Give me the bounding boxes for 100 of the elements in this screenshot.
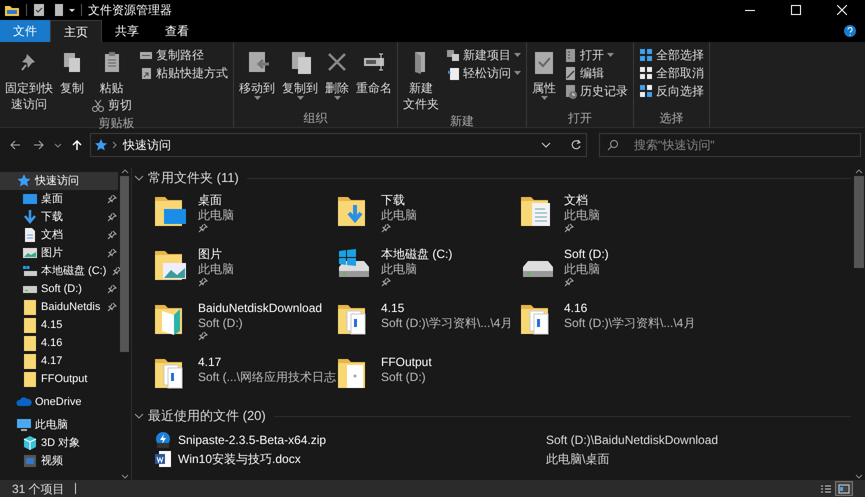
help-button[interactable] — [841, 22, 859, 40]
folder-icon — [4, 3, 20, 17]
section-header[interactable]: 常用文件夹 (11) — [134, 168, 851, 188]
folder-name: 下载 — [381, 193, 406, 208]
item-count: 31 个项目 — [12, 480, 65, 497]
file-name: Snipaste-2.3.5-Beta-x64.zip — [177, 432, 328, 448]
folder-tile[interactable]: Soft (D:) 此电脑 — [518, 245, 701, 298]
ribbon-button[interactable]: 粘贴 — [89, 46, 134, 96]
grid-icon — [639, 84, 653, 98]
nav-item[interactable]: 本地磁盘 (C:) — [0, 262, 118, 280]
computer-icon — [16, 417, 32, 433]
ribbon-button[interactable]: 全部选择 — [637, 46, 706, 64]
folder-tile[interactable]: 文档 此电脑 — [518, 191, 701, 244]
ribbon-button[interactable]: 历史记录 — [561, 82, 630, 100]
nav-item[interactable]: 图片 — [0, 244, 118, 262]
page-icon — [446, 66, 460, 80]
nav-item[interactable]: BaiduNetdis — [0, 298, 118, 316]
edit-icon — [563, 66, 577, 80]
nav-item[interactable]: Soft (D:) — [0, 280, 118, 298]
folder-name: 图片 — [198, 247, 223, 262]
file-location: 此电脑\桌面 — [546, 450, 610, 468]
desktop-icon — [22, 191, 38, 207]
tiles-view-button[interactable] — [835, 481, 853, 496]
nav-item[interactable]: OneDrive — [0, 393, 118, 411]
nav-item[interactable]: 下载 — [0, 208, 118, 226]
folder-tile[interactable]: 4.15 Soft (D:)\学习资料\...\4月 — [335, 299, 518, 352]
folder-tile[interactable]: 图片 此电脑 — [152, 245, 335, 298]
list-icon — [820, 484, 832, 494]
nav-item[interactable]: FFOutput — [0, 370, 118, 388]
folder-location: 此电脑 — [564, 208, 600, 223]
scroll-up-icon — [120, 168, 128, 174]
folder-tile[interactable]: 4.17 Soft (...\网络应用技术日志 — [152, 353, 335, 406]
folder-location: Soft (D:) — [381, 370, 427, 385]
folder-icon — [24, 336, 36, 350]
dropdown-icon — [540, 140, 552, 150]
scroll-down-icon — [854, 474, 862, 480]
folder-tile[interactable]: FFOutput Soft (D:) — [335, 353, 518, 406]
file-row[interactable]: Snipaste-2.3.5-Beta-x64.zip Soft (D:)\BaiduNetdiskDownload — [154, 430, 851, 449]
ribbon-button[interactable]: 粘贴快捷方式 — [137, 64, 230, 82]
ribbon-button[interactable]: 删除 — [323, 46, 351, 100]
ribbon-button[interactable]: 复制 — [58, 46, 86, 96]
ribbon-button[interactable]: 打开 — [561, 46, 630, 64]
document-icon — [22, 227, 38, 243]
nav-item[interactable]: 4.16 — [0, 334, 118, 352]
folder-name: FFOutput — [381, 355, 432, 370]
ribbon-button[interactable]: 属性 — [530, 46, 558, 100]
page-icon — [53, 3, 65, 17]
folder-location: 此电脑 — [198, 208, 234, 223]
folder-icon — [24, 300, 36, 314]
nav-item[interactable]: 快速访问 — [0, 172, 118, 190]
folder-tile[interactable]: 桌面 此电脑 — [152, 191, 335, 244]
nav-item[interactable]: 桌面 — [0, 190, 118, 208]
folder-icon — [24, 372, 36, 386]
folder-tile[interactable]: 本地磁盘 (C:) 此电脑 — [335, 245, 518, 298]
ribbon-button[interactable]: 新建 文件夹 — [401, 46, 441, 112]
ribbon-button[interactable]: 反向选择 — [637, 82, 706, 100]
nav-item[interactable]: 4.17 — [0, 352, 118, 370]
folder-location: 此电脑 — [198, 262, 234, 277]
folder-name: 桌面 — [198, 193, 223, 208]
ribbon-tab[interactable]: 文件 — [0, 20, 50, 42]
section-header[interactable]: 最近使用的文件 (20) — [134, 406, 851, 426]
folder-tile[interactable]: BaiduNetdiskDownload Soft (D:) — [152, 299, 335, 352]
ribbon-button[interactable]: 全部取消 — [637, 64, 706, 82]
ribbon-button[interactable]: 固定到快 速访问 — [3, 46, 55, 112]
file-row[interactable]: Win10安装与技巧.docx 此电脑\桌面 — [154, 449, 851, 468]
word-document-icon — [154, 450, 172, 468]
address-bar[interactable]: 快速访问 — [90, 133, 587, 157]
search-icon — [607, 139, 619, 151]
folder-icon — [24, 318, 36, 332]
zip-file-icon — [154, 430, 172, 448]
star-icon — [16, 173, 32, 189]
folder-tile[interactable]: 4.16 Soft (D:)\学习资料\...\4月 — [518, 299, 701, 352]
ribbon-button[interactable]: 移动到 — [237, 46, 277, 100]
nav-item[interactable]: 4.15 — [0, 316, 118, 334]
ribbon-button[interactable]: 新建项目 — [444, 46, 523, 64]
folder-name: 4.16 — [564, 301, 588, 316]
star-icon — [95, 139, 107, 151]
ribbon-button[interactable]: 轻松访问 — [444, 64, 523, 82]
folder-tile[interactable]: 下载 此电脑 — [335, 191, 518, 244]
folder-location: Soft (D:)\学习资料\...\4月 — [381, 316, 512, 331]
ribbon-tab[interactable]: 主页 — [50, 20, 102, 42]
ribbon-button[interactable]: 编辑 — [561, 64, 630, 82]
page-icon — [563, 48, 577, 62]
nav-item[interactable]: 视频 — [0, 452, 118, 470]
nav-item[interactable]: 文档 — [0, 226, 118, 244]
ribbon-button[interactable]: 复制路径 — [137, 46, 230, 64]
download-icon — [22, 209, 38, 225]
ribbon-button[interactable]: 复制到 — [280, 46, 320, 100]
nav-item[interactable]: 3D 对象 — [0, 434, 118, 452]
nav-item[interactable]: 此电脑 — [0, 416, 118, 434]
ribbon-button[interactable]: 重命名 — [354, 46, 394, 96]
maximize-icon — [791, 5, 801, 15]
folder-location: 此电脑 — [381, 262, 418, 277]
ribbon-button[interactable]: 剪切 — [89, 96, 134, 114]
folder-location: Soft (D:) — [198, 316, 244, 331]
search-field[interactable]: 搜索"快速访问" — [599, 133, 861, 157]
back-icon — [8, 138, 22, 152]
help-icon — [843, 24, 857, 38]
close-icon — [837, 5, 847, 15]
folder-name: 4.15 — [381, 301, 406, 316]
